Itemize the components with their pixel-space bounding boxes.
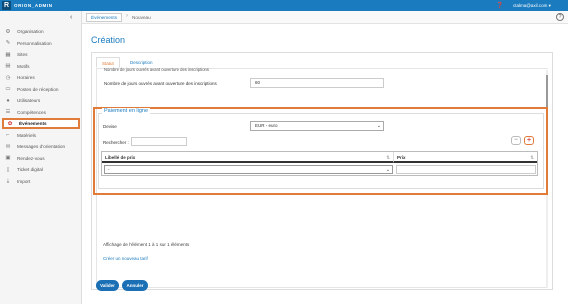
sidebar-item-label: Import [17,178,31,184]
page-title: Création [91,35,126,45]
sidebar-item[interactable]: ▤ Motifs [2,61,80,72]
question-icon[interactable]: ❓ [496,2,503,9]
sidebar-item-label: Personnalisation [17,40,52,46]
brush-icon: ✎ [5,40,11,46]
top-bar: R ORION_ADMIN ❓ ctalma@axil.com ▾ [0,0,568,11]
column-header-price-text: Prix [397,155,406,160]
collapse-sidebar-icon[interactable]: ‹ [70,14,72,21]
column-header-price-label-text: Libellé de prix [105,155,136,160]
sort-icon[interactable]: ⇅ [386,152,390,163]
sidebar-item-label: Rendez-vous [17,155,45,161]
sidebar-item[interactable]: ✉ Messages d'orientation [2,141,80,152]
cancel-button[interactable]: Annuler [122,280,148,291]
help-icon[interactable]: ? [556,13,564,21]
column-header-price[interactable]: Prix ⇅ [394,152,537,163]
sidebar-item-label: Motifs [17,63,30,69]
save-button[interactable]: Valider [96,280,119,291]
sidebar-item[interactable]: ▭ Postes de réception [2,84,80,95]
chevron-right-icon: › [126,13,128,19]
breadcrumb-events-link[interactable]: Événements [86,13,123,22]
app-logo: R [2,1,11,10]
cut-off-field-label: Nombre de jours ouvrés avant ouverture d… [104,67,209,72]
sidebar-item[interactable]: ▣ Rendez-vous [2,153,80,164]
sidebar-item[interactable]: ⤓ Import [2,176,80,187]
sidebar-item[interactable]: ● Utilisateurs [2,95,80,106]
sidebar-item-label: Matériels [17,132,37,138]
price-label-select[interactable]: - ⌄ [104,165,393,174]
payment-legend: Paiement en ligne [102,108,151,114]
sidebar-item[interactable]: ▦ Sites [2,49,80,60]
app-name: ORION_ADMIN [14,3,53,8]
price-input[interactable] [396,165,536,174]
price-label-select-value: - [108,167,110,172]
message-icon: ✉ [5,143,11,150]
days-before-opening-input[interactable]: 60 [250,78,384,88]
user-icon: ● [6,97,10,104]
sidebar-item-label: Postes de réception [17,86,59,92]
sidebar-item[interactable]: ⚙ Organisation [2,26,80,37]
clock-icon: ◷ [5,74,11,81]
chevron-down-icon: ⌄ [385,167,390,173]
breadcrumb: Événements › Nouveau ? [82,11,568,24]
breadcrumb-current: Nouveau [132,15,151,20]
sidebar-item[interactable]: ⌐ Matériels [2,130,80,141]
calendar-icon: ▣ [5,155,11,161]
search-input[interactable] [131,137,187,146]
sidebar-item-label: Compétences [17,109,46,115]
table-info: Affichage de l'élément 1 à 1 sur 1 éléme… [103,242,190,247]
sidebar-item-label: Sites [17,52,28,57]
price-table: Libellé de prix ⇅ Prix ⇅ - ⌄ [101,151,538,176]
days-before-opening-label: Nombre de jours ouvrés avant ouverture d… [104,81,217,86]
create-rate-link[interactable]: Créer un nouveau tarif [103,256,148,261]
sidebar-item[interactable]: ✎ Personnalisation [2,38,80,49]
sidebar-item[interactable]: ▯ Ticket digital [2,164,80,175]
document-icon: ▤ [5,63,11,69]
ticket-icon: ▯ [6,166,10,173]
sort-icon[interactable]: ⇅ [530,152,534,163]
sidebar-item[interactable]: ☰ Compétences [2,107,80,118]
column-header-price-label[interactable]: Libellé de prix ⇅ [102,152,394,163]
currency-select-value: EUR - euro [255,123,278,128]
user-menu[interactable]: ctalma@axil.com ▾ [513,3,551,9]
sidebar-item-label: Messages d'orientation [17,144,66,149]
sidebar-item-label: Événements [19,121,47,126]
sidebar-item-label: Horaires [17,75,35,80]
chevron-down-icon: ⌄ [376,123,381,129]
import-icon: ⤓ [6,177,10,184]
sidebar-item[interactable]: ✿ Événements [2,118,80,129]
remove-row-button[interactable]: − [511,136,521,145]
currency-select[interactable]: EUR - euro ⌄ [250,121,384,131]
sidebar-item[interactable]: ◷ Horaires [2,72,80,83]
skills-icon: ☰ [5,109,11,115]
settings-icon: ⚙ [5,28,11,35]
building-icon: ▦ [5,51,11,58]
event-icon: ✿ [7,120,13,127]
sidebar-item-label: Organisation [17,29,44,34]
desk-icon: ▭ [5,86,11,92]
sidebar-item-label: Ticket digital [17,167,43,172]
add-row-button[interactable]: + [524,136,534,145]
currency-label: Devise [103,124,117,129]
search-label: Rechercher : [103,140,129,145]
equipment-icon: ⌐ [6,132,10,138]
sidebar-item-label: Utilisateurs [17,98,41,103]
